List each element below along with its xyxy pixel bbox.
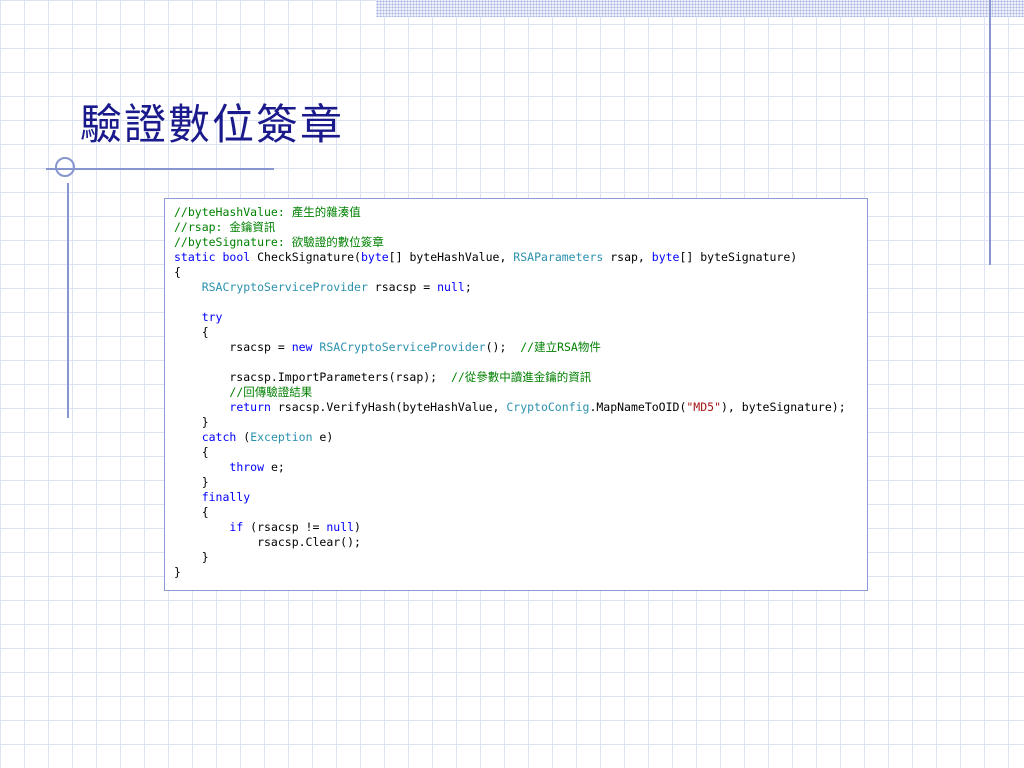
code-token: ( (236, 430, 251, 444)
code-token: //rsap: 金鑰資訊 (174, 220, 276, 234)
code-token: e; (264, 460, 285, 474)
code-token: rsacsp.ImportParameters(rsap); (174, 370, 451, 384)
code-line: } (174, 550, 846, 565)
code-line: } (174, 475, 846, 490)
code-line: if (rsacsp != null) (174, 520, 846, 535)
code-line: RSACryptoServiceProvider rsacsp = null; (174, 280, 846, 295)
code-line: return rsacsp.VerifyHash(byteHashValue, … (174, 400, 846, 415)
code-line: } (174, 415, 846, 430)
code-token: try (201, 310, 223, 324)
code-line: rsacsp = new RSACryptoServiceProvider();… (174, 340, 846, 355)
code-token: RSACryptoServiceProvider (319, 340, 486, 354)
code-line: //byteSignature: 欲驗證的數位簽章 (174, 235, 846, 250)
code-token: new (291, 340, 313, 354)
left-vertical-rule (67, 183, 69, 418)
code-line: { (174, 325, 846, 340)
code-token: [] byteSignature) (679, 250, 798, 264)
code-token: rsacsp = (174, 340, 292, 354)
code-token: (); (485, 340, 521, 354)
ring-ornament (55, 157, 75, 177)
code-token: } (174, 550, 209, 564)
code-token: (rsacsp != (243, 520, 327, 534)
code-line: finally (174, 490, 846, 505)
code-token: [] byteHashValue, (388, 250, 514, 264)
code-line: { (174, 265, 846, 280)
code-token: finally (201, 490, 251, 504)
slide-title: 驗證數位簽章 (80, 100, 345, 149)
code-token: return (229, 400, 271, 414)
code-token: CryptoConfig (506, 400, 590, 414)
code-token: //回傳驗證結果 (229, 385, 313, 399)
code-token: null (437, 280, 465, 294)
code-token: null (326, 520, 355, 534)
code-token: { (174, 265, 181, 279)
code-line: //rsap: 金鑰資訊 (174, 220, 846, 235)
code-listing: //byteHashValue: 產生的雜湊值//rsap: 金鑰資訊//byt… (174, 205, 846, 580)
code-token: .MapNameToOID( (589, 400, 687, 414)
code-token: byte (651, 250, 680, 264)
code-line: { (174, 505, 846, 520)
code-token: rsap, (603, 250, 652, 264)
code-token: { (174, 445, 209, 459)
code-line: throw e; (174, 460, 846, 475)
code-token: static (174, 250, 216, 264)
code-token: { (174, 325, 209, 339)
code-token: ) (354, 520, 361, 534)
code-token: //byteSignature: 欲驗證的數位簽章 (174, 235, 384, 249)
code-token: ; (464, 280, 472, 294)
code-token: bool (222, 250, 251, 264)
right-vertical-rule (989, 0, 991, 265)
code-line: rsacsp.ImportParameters(rsap); //從參數中讀進金… (174, 370, 846, 385)
top-dotted-band (376, 0, 1024, 17)
code-token: rsacsp.Clear(); (174, 535, 361, 549)
code-token: ), byteSignature); (721, 400, 846, 414)
code-token: rsacsp = (367, 280, 438, 294)
code-token: rsacsp.VerifyHash(byteHashValue, (270, 400, 507, 414)
code-token: Exception (250, 430, 313, 444)
code-line: rsacsp.Clear(); (174, 535, 846, 550)
code-token: } (174, 415, 209, 429)
title-underline-rule (46, 168, 274, 170)
code-token: throw (229, 460, 265, 474)
code-line: catch (Exception e) (174, 430, 846, 445)
code-token: if (229, 520, 244, 534)
code-line: //回傳驗證結果 (174, 385, 846, 400)
code-line: try (174, 310, 846, 325)
code-token: } (174, 475, 209, 489)
code-line: } (174, 565, 846, 580)
code-token: RSAParameters (513, 250, 604, 264)
code-line: { (174, 445, 846, 460)
code-token: } (174, 565, 181, 579)
code-token: catch (201, 430, 237, 444)
code-token: CheckSignature( (250, 250, 361, 264)
code-token: e) (312, 430, 334, 444)
code-token: RSACryptoServiceProvider (201, 280, 368, 294)
code-panel: //byteHashValue: 產生的雜湊值//rsap: 金鑰資訊//byt… (164, 198, 868, 591)
code-token: byte (360, 250, 389, 264)
code-line: static bool CheckSignature(byte[] byteHa… (174, 250, 846, 265)
code-token: "MD5" (686, 400, 721, 414)
code-token: //建立RSA物件 (520, 340, 601, 354)
code-token: { (174, 505, 209, 519)
code-line: //byteHashValue: 產生的雜湊值 (174, 205, 846, 220)
code-token: //byteHashValue: 產生的雜湊值 (174, 205, 361, 219)
code-token: //從參數中讀進金鑰的資訊 (450, 370, 592, 384)
